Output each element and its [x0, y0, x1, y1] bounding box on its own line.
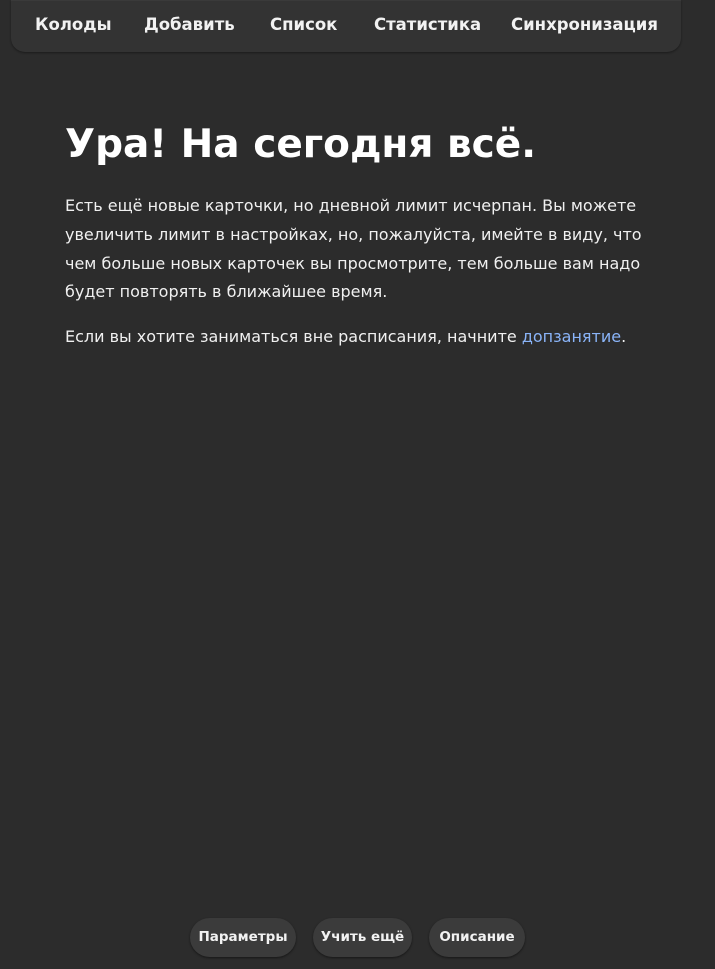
study-more-button[interactable]: Учить ещё	[313, 918, 412, 957]
custom-study-text: Если вы хотите заниматься вне расписания…	[65, 327, 522, 347]
nav-sync[interactable]: Синхронизация	[511, 10, 658, 40]
nav-decks[interactable]: Колоды	[35, 10, 112, 40]
custom-study-link[interactable]: допзанятие	[522, 327, 621, 346]
nav-stats[interactable]: Статистика	[374, 10, 481, 40]
custom-study-period: .	[621, 327, 627, 347]
nav-add[interactable]: Добавить	[144, 10, 235, 40]
nav-browse[interactable]: Список	[270, 10, 337, 40]
description-button[interactable]: Описание	[429, 918, 525, 957]
custom-study-message: Если вы хотите заниматься вне расписания…	[65, 323, 645, 352]
congrats-content: Ура! На сегодня всё. Есть ещё новые карт…	[65, 112, 645, 352]
congrats-heading: Ура! На сегодня всё.	[65, 122, 537, 167]
limit-message: Есть ещё новые карточки, но дневной лими…	[65, 196, 642, 302]
options-button[interactable]: Параметры	[190, 918, 296, 957]
top-toolbar: Колоды Добавить Список Статистика Синхро…	[11, 0, 681, 52]
